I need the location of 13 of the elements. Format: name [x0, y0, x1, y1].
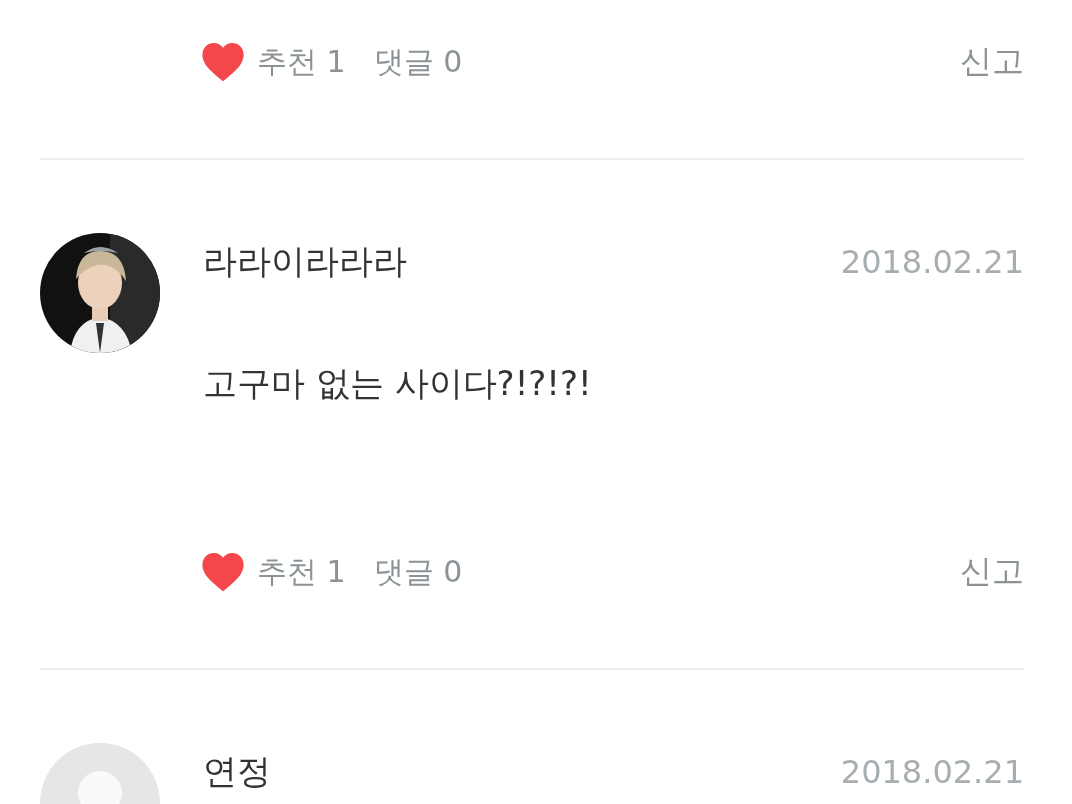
author-name: 라라이라라라: [203, 240, 407, 283]
report-link[interactable]: 신고: [960, 550, 1024, 594]
author-name: 연정: [203, 750, 271, 793]
like-count[interactable]: 추천 1: [257, 41, 346, 83]
report-link[interactable]: 신고: [960, 40, 1024, 84]
comment-text: 고구마 없는 사이다?!?!?!: [203, 362, 593, 405]
reply-count[interactable]: 댓글 0: [373, 551, 463, 593]
heart-icon[interactable]: [202, 43, 244, 81]
comment-date: 2018.02.21: [840, 753, 1024, 791]
reply-count[interactable]: 댓글 0: [373, 41, 463, 83]
comment-date: 2018.02.21: [840, 243, 1024, 281]
like-count[interactable]: 추천 1: [257, 551, 346, 593]
heart-icon[interactable]: [202, 553, 244, 591]
